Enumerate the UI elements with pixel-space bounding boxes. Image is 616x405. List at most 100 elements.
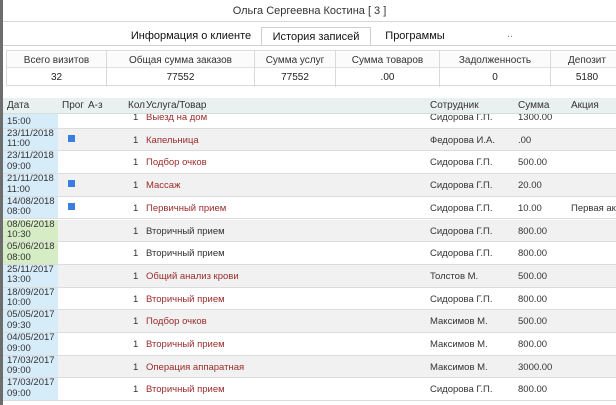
row-time: 11:00 [7, 183, 31, 195]
history-list: 23/11/201815:00 1 Выезд на дом Сидорова Г.П… [3, 114, 616, 405]
table-row[interactable]: 18/09/2017 10:00 1 Вторичный прием Сидорова … [3, 287, 616, 311]
row-quantity: 1 [133, 157, 139, 169]
summary-total-visits: Всего визитов 32 [7, 51, 107, 87]
row-date-cell: 23/11/201815:00 [3, 114, 58, 128]
table-row[interactable]: 23/11/2018 09:00 1 Подбор очков Сидорова Г.П… [3, 151, 616, 175]
row-date-cell: 05/06/2018 08:00 [3, 242, 58, 264]
row-time: 09:00 [7, 160, 31, 172]
table-row[interactable]: 23/11/2018 11:00 1 Капельница Федорова И.А..… [3, 128, 616, 152]
col-header-qty[interactable]: Кол [128, 100, 145, 111]
row-service: Массаж [146, 180, 181, 192]
row-sum: 10.00 [518, 202, 542, 214]
table-row[interactable]: 14/08/2018 08:00 1 Первичный прием Сидорова … [3, 196, 616, 220]
program-marker-icon [68, 134, 75, 142]
row-date-cell: 21/11/2018 11:00 [3, 174, 58, 196]
row-time: 08:00 [7, 206, 31, 218]
summary-table: Всего визитов 32 Общая сумма заказов 775… [6, 50, 616, 87]
row-time: 15:00 [7, 115, 31, 127]
row-service: Первичный прием [146, 202, 227, 214]
row-employee: Сидорова Г.П. [430, 225, 493, 237]
row-quantity: 1 [133, 270, 139, 282]
row-sum: 800.00 [518, 339, 548, 350]
row-sum: 800.00 [518, 248, 548, 260]
table-row[interactable]: 04/05/2017 09:00 1 Вторичный прием Максимов … [3, 333, 616, 356]
client-name-title: Ольга Сергеевна Костина [ 3 ] [232, 5, 387, 17]
row-time: 09:30 [7, 319, 31, 331]
row-service: Операция аппаратная [146, 361, 245, 373]
row-service: Подбор очков [146, 316, 207, 328]
row-sum: 500.00 [518, 270, 548, 282]
row-service: Вторичный прием [146, 248, 225, 260]
row-sum: 1300.00 [518, 114, 553, 123]
tab-programs[interactable]: Программы [375, 27, 455, 45]
col-header-promo[interactable]: Акция [571, 100, 599, 111]
row-sum: 500.00 [518, 157, 548, 169]
tab-more[interactable]: .. [503, 27, 517, 45]
row-date-cell: 18/09/2017 10:00 [3, 287, 58, 310]
row-sum: .00 [518, 134, 532, 146]
row-sum: 500.00 [518, 316, 548, 328]
row-employee: Сидорова Г.П. [430, 180, 493, 192]
col-header-az[interactable]: А-з [88, 100, 103, 111]
row-sum: 800.00 [518, 384, 548, 396]
summary-deposit: Депозит 5180 [551, 51, 616, 87]
row-employee: Максимов М. [430, 339, 488, 350]
row-service: Вторичный прием [146, 225, 225, 237]
row-quantity: 1 [133, 384, 139, 396]
row-time: 13:00 [7, 274, 31, 286]
row-quantity: 1 [133, 114, 139, 123]
row-service: Вторичный прием [146, 384, 225, 396]
row-time: 09:00 [7, 365, 31, 377]
row-sum: 800.00 [518, 293, 548, 305]
row-employee: Сидорова Г.П. [430, 293, 493, 305]
row-quantity: 1 [133, 202, 139, 214]
row-date: 04/05/2017 [7, 333, 55, 343]
col-header-date[interactable]: Дата [7, 100, 29, 111]
row-service: Вторичный прием [146, 339, 225, 350]
row-service: Капельница [146, 134, 199, 146]
row-employee: Сидорова Г.П. [430, 114, 493, 123]
title-bar: Ольга Сергеевна Костина [ 3 ] [3, 0, 616, 22]
col-header-service[interactable]: Услуга/Товар [146, 100, 207, 111]
table-row[interactable]: 17/03/2017 09:00 1 Вторичный прием Сидорова … [3, 378, 616, 402]
tab-booking-history[interactable]: История записей [261, 27, 371, 46]
summary-services-sum: Сумма услуг 77552 [255, 51, 336, 87]
summary-total-orders: Общая сумма заказов 77552 [107, 51, 255, 87]
row-quantity: 1 [133, 180, 139, 192]
grid-header: Дата Прог А-з Кол Услуга/Товар Сотрудник… [3, 98, 616, 114]
program-marker-icon [68, 180, 75, 188]
row-quantity: 1 [133, 225, 139, 237]
row-quantity: 1 [133, 134, 139, 146]
row-date-cell: 23/11/2018 09:00 [3, 151, 58, 174]
col-header-sum[interactable]: Сумма [518, 100, 549, 111]
row-employee: Максимов М. [430, 316, 488, 328]
row-service: Выезд на дом [146, 114, 208, 123]
row-quantity: 1 [133, 248, 139, 260]
row-employee: Сидорова Г.П. [430, 202, 493, 214]
table-row[interactable]: 05/05/2017 09:30 1 Подбор очков Максимов М. 5… [3, 310, 616, 333]
row-date-cell: 08/06/2018 10:30 [3, 219, 58, 242]
row-service: Вторичный прием [146, 293, 225, 305]
row-date-cell: 04/05/2017 09:00 [3, 333, 58, 355]
tab-client-info[interactable]: Информация о клиенте [123, 27, 259, 45]
row-quantity: 1 [133, 316, 139, 328]
col-header-prog[interactable]: Прог [62, 100, 84, 111]
row-date-cell: 14/08/2018 08:00 [3, 196, 58, 219]
program-marker-icon [68, 202, 75, 210]
table-row[interactable]: 08/06/2018 10:30 1 Вторичный прием Сидорова … [3, 219, 616, 243]
table-row[interactable]: 25/11/2017 13:00 1 Общий анализ крови Толсто… [3, 264, 616, 288]
col-header-employee[interactable]: Сотрудник [430, 100, 479, 111]
row-quantity: 1 [133, 361, 139, 373]
table-row[interactable]: 21/11/2018 11:00 1 Массаж Сидорова Г.П. 20.00 [3, 174, 616, 197]
table-row[interactable]: 23/11/201815:00 1 Выезд на дом Сидорова Г.П… [3, 114, 616, 129]
table-row[interactable]: 17/03/2017 09:00 1 Операция аппаратная Макси… [3, 355, 616, 379]
row-date-cell: 05/05/2017 09:30 [3, 310, 58, 332]
row-service: Общий анализ крови [146, 270, 239, 282]
row-service: Подбор очков [146, 157, 207, 169]
row-employee: Сидорова Г.П. [430, 384, 493, 396]
row-time: 09:00 [7, 342, 31, 354]
row-time: 11:00 [7, 138, 31, 150]
row-time: 10:00 [7, 297, 31, 309]
table-row[interactable]: 05/06/2018 08:00 1 Вторичный прием Сидорова … [3, 242, 616, 265]
row-quantity: 1 [133, 339, 139, 350]
